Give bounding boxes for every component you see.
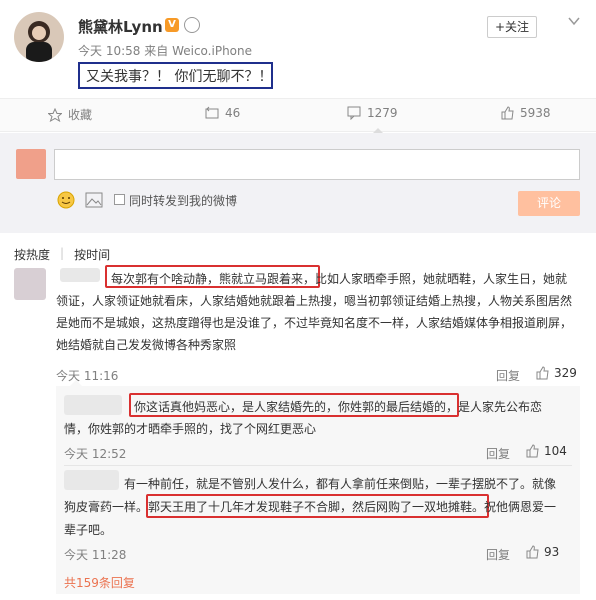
comment-line: 每次郭有个啥动静，熊就立马跟着来，比如人家晒牵手照，她就晒鞋，人家生日，她就 <box>56 268 586 290</box>
comment-line: 她结婚就自己发发微博各种秀家照 <box>56 338 237 352</box>
reply-line: 有一种前任，就是不管别人发什么，都有人拿前任来倒贴，一辈子摆脱不了。就像 <box>124 477 557 491</box>
compose-area <box>0 133 596 233</box>
comment-input[interactable] <box>54 149 580 180</box>
comment-text: 每次郭有个啥动静，熊就立马跟着来，比如人家晒牵手照，她就晒鞋，人家生日，她就 领… <box>56 268 586 356</box>
author-avatar[interactable] <box>14 12 64 62</box>
comment-highlight-text: 每次郭有个啥动静，熊就立马跟着来， <box>111 272 316 286</box>
post-source[interactable]: Weico.iPhone <box>172 44 252 58</box>
reply-line: 狗皮膏药一样。郭天王用了十几年才发现鞋子不合脚，然后网购了一双地摊鞋。祝他俩恩爱… <box>64 496 574 519</box>
reply-line: 你这话真他妈恶心，是人家结婚先的，你姓郭的最后结婚的，是人家先公布恋 <box>64 396 574 418</box>
reply-line: 辈子吧。 <box>64 523 113 537</box>
sort-divider: | <box>60 246 65 260</box>
comment-text-rest: 比如人家晒牵手照，她就晒鞋，人家生日，她就 <box>315 272 568 286</box>
source-prefix: 来自 <box>144 44 169 58</box>
reply-text-pre: 狗皮膏药一样。 <box>64 500 149 514</box>
collect-button[interactable]: 收藏 <box>48 106 92 123</box>
repost-checkbox[interactable] <box>114 194 125 205</box>
reply-button[interactable]: 回复 <box>496 367 520 384</box>
like-count: 5938 <box>520 106 551 120</box>
sort-by-heat[interactable]: 按热度 <box>14 246 50 263</box>
image-icon[interactable] <box>85 192 103 208</box>
submit-comment-button[interactable]: 评论 <box>518 191 580 216</box>
post-content: 又关我事？！ 你们无聊不？！ <box>86 69 273 85</box>
thumbs-up-icon <box>500 106 514 120</box>
commenter-avatar[interactable] <box>14 268 46 300</box>
like-button[interactable]: 5938 <box>500 106 551 120</box>
thumbs-up-icon <box>535 366 549 380</box>
sort-by-time[interactable]: 按时间 <box>74 246 110 263</box>
chevron-down-icon[interactable] <box>567 14 581 28</box>
follow-button[interactable]: +关注 <box>487 16 537 38</box>
reply-like-count: 104 <box>544 444 567 458</box>
reply-like-count: 93 <box>544 545 560 559</box>
my-avatar <box>16 149 46 179</box>
reply-text-rest: 祝他俩恩爱一 <box>484 500 557 514</box>
reply-text: 你这话真他妈恶心，是人家结婚先的，你姓郭的最后结婚的，是人家先公布恋 情，你姓郭… <box>64 396 574 440</box>
thumbs-up-icon <box>525 545 539 559</box>
comment-time: 今天 11:16 <box>56 369 119 383</box>
repost-count: 46 <box>225 106 241 120</box>
comment-count: 1279 <box>367 106 398 120</box>
reply-button[interactable]: 回复 <box>486 546 510 563</box>
reply-like[interactable]: 93 <box>525 545 559 559</box>
repost-button[interactable]: 46 <box>205 106 240 120</box>
reply-highlight-text: 你这话真他妈恶心，是人家结婚先的，你姓郭的最后结婚的， <box>134 400 459 414</box>
comment-icon <box>347 106 361 120</box>
comment-like-count: 329 <box>554 366 577 380</box>
author-name[interactable]: 熊黛林Lynn <box>78 16 163 37</box>
post-time[interactable]: 今天 10:58 <box>78 44 140 58</box>
emoji-icon[interactable] <box>57 191 75 209</box>
reply-text: 有一种前任，就是不管别人发什么，都有人拿前任来倒贴，一辈子摆脱不了。就像 狗皮膏… <box>64 473 574 542</box>
comment-line: 领证，人家领证她就看床，人家结婚她就跟着上热搜，嗯当初郭领证结婚上热搜，人物关系… <box>56 294 573 308</box>
star-icon <box>48 107 62 122</box>
reply-time: 今天 11:28 <box>64 548 127 562</box>
reply-highlight-text: 郭天王用了十几年才发现鞋子不合脚，然后网购了一双地摊鞋。 <box>148 500 485 514</box>
comment-line: 是她而不是城娘，这热度蹭得也是没谁了，不过毕竟知名度不一样，人家结婚媒体争相报道… <box>56 316 573 330</box>
reply-divider <box>64 465 572 466</box>
collect-label: 收藏 <box>68 108 93 122</box>
comment-button[interactable]: 1279 <box>347 106 398 120</box>
medal-icon <box>184 17 200 33</box>
reply-like[interactable]: 104 <box>525 444 567 458</box>
sort-tabs: 按热度 | 按时间 <box>14 246 110 263</box>
reply-time: 今天 12:52 <box>64 447 127 461</box>
reply-line: 情，你姓郭的才晒牵手照的，找了个网红更恶心 <box>64 422 317 436</box>
reply-text-rest: 是人家先公布恋 <box>458 400 543 414</box>
reply-button[interactable]: 回复 <box>486 445 510 462</box>
repost-checkbox-label: 同时转发到我的微博 <box>129 194 238 208</box>
comment-like[interactable]: 329 <box>535 366 577 380</box>
more-replies-link[interactable]: 共159条回复 <box>64 574 135 591</box>
post-meta: 今天 10:58 来自 Weico.iPhone <box>78 42 252 59</box>
verified-badge-icon: V <box>165 18 179 32</box>
repost-icon <box>205 106 219 120</box>
thumbs-up-icon <box>525 444 539 458</box>
replies-panel-arrow <box>70 380 82 386</box>
